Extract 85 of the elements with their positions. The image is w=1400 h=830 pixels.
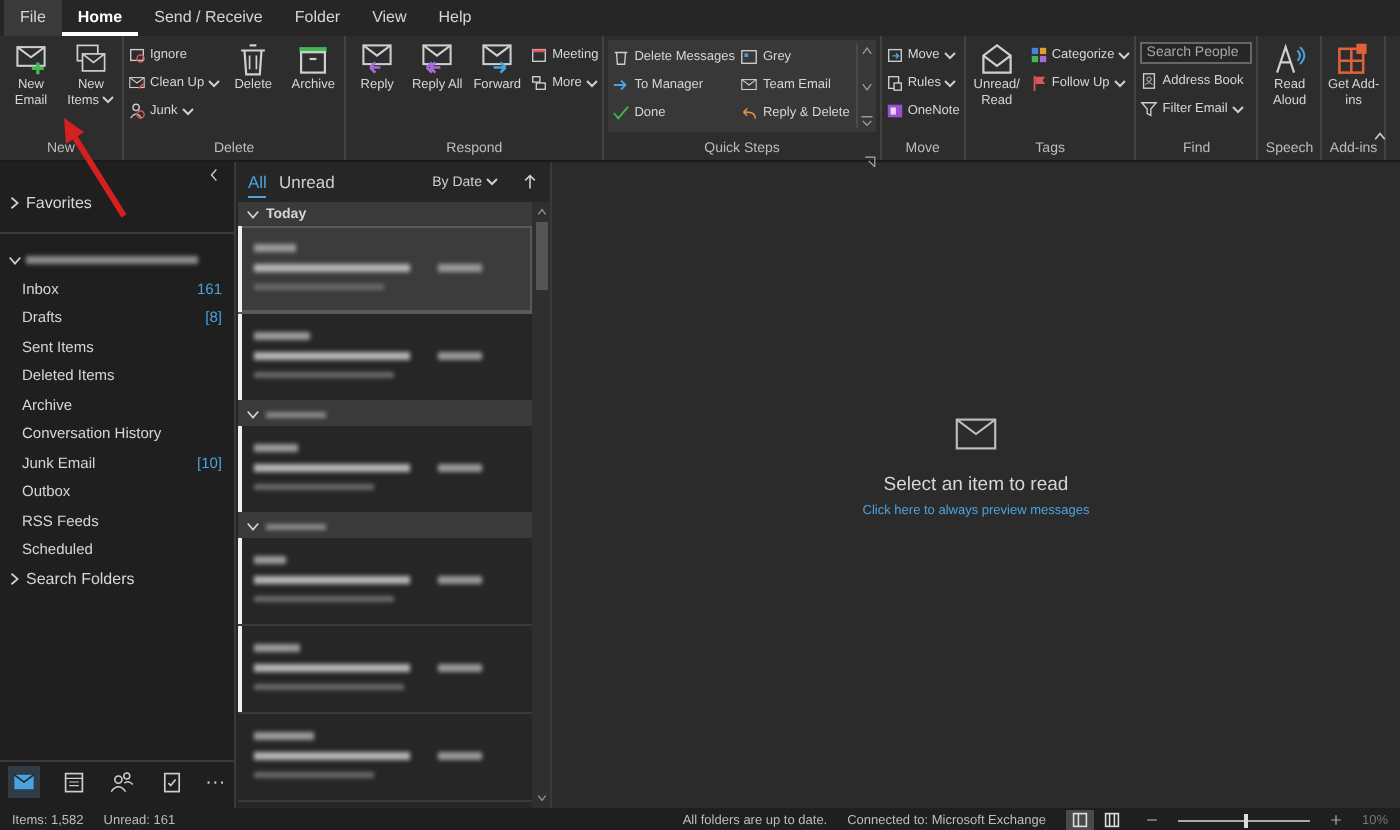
caret-icon: [944, 79, 957, 87]
open-envelope-icon: [979, 42, 1014, 76]
empty-state-title: Select an item to read: [883, 474, 1069, 496]
message-item[interactable]: [238, 226, 532, 314]
collapse-pane-icon: [208, 168, 222, 182]
filter-tab[interactable]: Unread: [278, 167, 335, 197]
envelopes-icon: [74, 42, 108, 76]
people-icon: [110, 770, 135, 794]
checkmark-icon: [612, 104, 631, 122]
dialog-launcher-icon: [863, 156, 876, 168]
flag-icon: [1029, 74, 1048, 92]
mail-icon: [12, 770, 37, 794]
scroll-up-icon: [535, 206, 547, 218]
trash-icon: [236, 42, 271, 76]
address-book-icon: [1140, 72, 1159, 90]
filter-tab[interactable]: All: [248, 167, 267, 197]
caret-icon: [585, 79, 598, 87]
caret-icon: [102, 95, 115, 103]
sort-direction-icon: [522, 174, 538, 190]
chevron-down-icon: [8, 253, 22, 267]
chevron-down-icon: [246, 519, 260, 533]
favorites-item[interactable]: Favorites: [0, 188, 234, 216]
caret-icon: [181, 107, 194, 115]
scroll-down-icon: [535, 792, 547, 804]
reply-all-icon: [420, 42, 455, 76]
calendar-icon: [61, 770, 86, 794]
arrow-right-icon: [612, 76, 631, 94]
category-squares-icon: [1029, 46, 1048, 64]
menu-tab[interactable]: File: [4, 0, 62, 36]
caret-icon: [486, 178, 498, 186]
blurred-text-drawing: [266, 409, 326, 419]
trash-small-icon: [612, 48, 631, 66]
scroll-down-icon: [859, 79, 874, 93]
scroll-up-icon: [859, 44, 874, 58]
task-clipboard-icon: [160, 770, 185, 794]
junk-icon: [128, 102, 146, 120]
nav-button[interactable]: [8, 766, 41, 798]
zoom-out-icon: [1145, 814, 1158, 826]
chevron-right-icon: [8, 571, 22, 585]
collapse-ribbon-icon: [1372, 128, 1388, 144]
normal-view-icon: [1071, 812, 1088, 828]
scrollbar[interactable]: [532, 202, 550, 808]
onenote-icon: [885, 102, 904, 120]
archive-box-icon: [296, 42, 331, 76]
more-icon: [530, 74, 549, 92]
reply-icon: [360, 42, 395, 76]
message-item[interactable]: [238, 314, 532, 402]
search-folders-item[interactable]: Search Folders: [0, 564, 234, 592]
expand-gallery-icon: [859, 114, 874, 128]
caret-icon: [1113, 79, 1126, 87]
forward-icon: [480, 42, 515, 76]
move-icon: [885, 46, 904, 64]
caret-icon: [1118, 51, 1131, 59]
blurred-text-drawing: [266, 521, 326, 531]
caret-icon: [1231, 105, 1244, 113]
add-ins-grid-icon: [1336, 42, 1371, 76]
caret-icon: [943, 51, 956, 59]
chevron-down-icon: [246, 207, 260, 221]
menu-tab[interactable]: Help: [422, 0, 488, 36]
message-item[interactable]: [238, 538, 532, 626]
menu-tab[interactable]: Folder: [278, 0, 357, 36]
clean-up-icon: [128, 74, 146, 92]
chevron-down-icon: [246, 407, 260, 421]
zoom-thumb[interactable]: [1243, 813, 1248, 827]
message-item[interactable]: [238, 426, 532, 514]
calendar-icon: [530, 46, 549, 64]
reading-view-icon: [1103, 812, 1120, 828]
ignore-icon: [128, 46, 146, 64]
zoom-in-icon: [1329, 814, 1342, 826]
speaker-waves-icon: [1272, 42, 1307, 76]
menu-tab[interactable]: View: [356, 0, 423, 36]
view-button[interactable]: [1065, 810, 1094, 830]
envelope-icon: [740, 76, 759, 94]
more-button[interactable]: ···: [205, 771, 226, 793]
folder-icon: [740, 48, 759, 66]
funnel-icon: [1140, 100, 1159, 118]
envelope-plus-icon: [14, 42, 48, 76]
nav-button[interactable]: [106, 766, 139, 798]
scroll-thumb[interactable]: [535, 222, 547, 290]
reply-arrow-icon: [740, 104, 759, 122]
message-item[interactable]: [238, 626, 532, 714]
caret-icon: [208, 79, 221, 87]
menu-tab[interactable]: Send / Receive: [138, 0, 279, 36]
chevron-right-icon: [8, 195, 22, 209]
rules-icon: [885, 74, 904, 92]
